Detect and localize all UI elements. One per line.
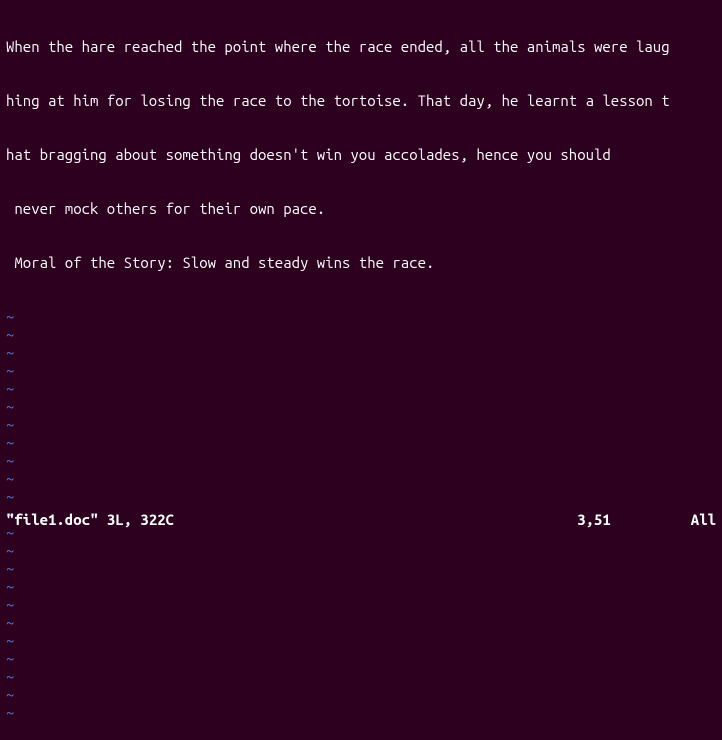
empty-line-tilde: ~ [6,326,716,344]
file-text-line: When the hare reached the point where th… [6,38,716,56]
empty-line-tilde: ~ [6,308,716,326]
status-bar: "file1.doc" 3L, 322C 3,51 All [0,511,722,529]
status-scroll-indicator: All [691,511,716,529]
empty-line-tilde: ~ [6,470,716,488]
empty-line-tilde: ~ [6,632,716,650]
empty-line-tilde: ~ [6,452,716,470]
empty-line-tilde: ~ [6,362,716,380]
empty-line-tilde: ~ [6,560,716,578]
status-cursor-position: 3,51 [577,511,611,529]
file-text-line: never mock others for their own pace. [6,200,716,218]
empty-line-tilde: ~ [6,434,716,452]
editor-area[interactable]: When the hare reached the point where th… [0,0,722,511]
empty-line-tilde: ~ [6,578,716,596]
empty-line-tilde: ~ [6,596,716,614]
empty-line-tilde: ~ [6,542,716,560]
file-text-line: hing at him for losing the race to the t… [6,92,716,110]
status-filename: "file1.doc" 3L, 322C [6,511,174,529]
empty-line-tilde: ~ [6,704,716,722]
file-text-line: Moral of the Story: Slow and steady wins… [6,254,716,272]
empty-line-tilde: ~ [6,686,716,704]
empty-line-tilde: ~ [6,650,716,668]
empty-line-tilde: ~ [6,614,716,632]
empty-line-tilde: ~ [6,668,716,686]
empty-line-tilde: ~ [6,344,716,362]
empty-line-tilde: ~ [6,416,716,434]
file-text-line: hat bragging about something doesn't win… [6,146,716,164]
empty-line-tilde: ~ [6,398,716,416]
empty-line-tilde: ~ [6,488,716,506]
empty-line-tilde: ~ [6,380,716,398]
